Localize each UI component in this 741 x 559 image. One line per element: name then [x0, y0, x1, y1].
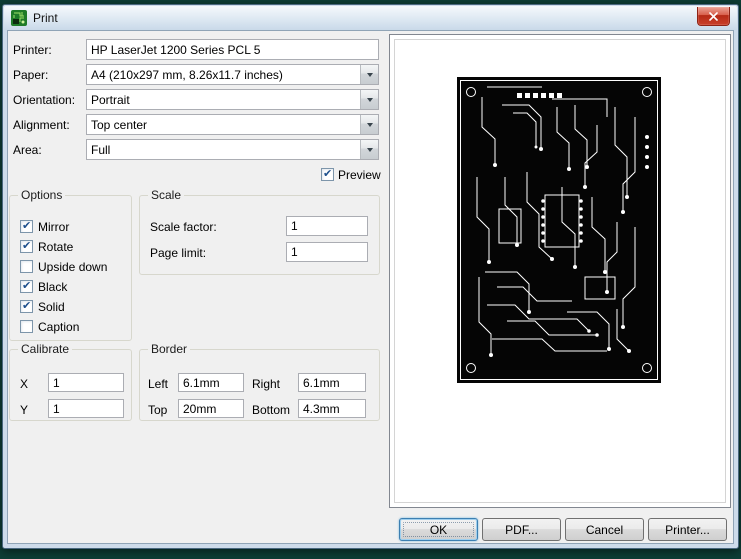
scale-factor-label: Scale factor: — [150, 220, 217, 234]
printer-label: Printer: — [13, 43, 52, 57]
border-left-input[interactable] — [178, 373, 244, 392]
pcb-preview-image — [457, 77, 661, 383]
mirror-label[interactable]: Mirror — [38, 220, 69, 234]
black-label[interactable]: Black — [38, 280, 67, 294]
calibrate-y-input[interactable] — [48, 399, 124, 418]
app-icon — [11, 10, 27, 26]
pdf-button[interactable]: PDF... — [482, 518, 561, 541]
border-right-label: Right — [252, 377, 281, 391]
area-label: Area: — [13, 143, 42, 157]
preview-label[interactable]: Preview — [338, 168, 381, 182]
border-top-label: Top — [148, 403, 168, 417]
scale-factor-input[interactable] — [286, 216, 368, 236]
printer-button[interactable]: Printer... — [648, 518, 727, 541]
border-bottom-label: Bottom — [252, 403, 291, 417]
page-limit-input[interactable] — [286, 242, 368, 262]
border-left-label: Left — [148, 377, 169, 391]
chevron-down-icon — [360, 140, 378, 159]
paper-select[interactable]: A4 (210x297 mm, 8.26x11.7 inches) — [86, 64, 379, 85]
calibrate-x-input[interactable] — [48, 373, 124, 392]
area-select[interactable]: Full — [86, 139, 379, 160]
caption-label[interactable]: Caption — [38, 320, 79, 334]
options-title: Options — [18, 188, 66, 202]
chevron-down-icon — [360, 65, 378, 84]
border-bottom-input[interactable] — [298, 399, 366, 418]
alignment-select[interactable]: Top center — [86, 114, 379, 135]
border-right-input[interactable] — [298, 373, 366, 392]
orientation-value: Portrait — [91, 92, 130, 107]
border-title: Border — [148, 342, 191, 356]
rotate-label[interactable]: Rotate — [38, 240, 73, 254]
scale-title: Scale — [148, 188, 185, 202]
alignment-label: Alignment: — [13, 118, 70, 132]
printer-field[interactable] — [86, 39, 379, 60]
border-groupbox: Border Left Right Top Bottom — [139, 342, 380, 421]
upside-down-label[interactable]: Upside down — [38, 260, 107, 274]
close-button[interactable] — [697, 7, 730, 26]
chevron-down-icon — [360, 90, 378, 109]
solid-label[interactable]: Solid — [38, 300, 65, 314]
titlebar[interactable]: Print — [4, 6, 737, 30]
upside-down-checkbox[interactable] — [20, 260, 33, 273]
solid-checkbox[interactable] — [20, 299, 33, 313]
rotate-checkbox[interactable] — [20, 239, 33, 253]
mirror-checkbox[interactable] — [20, 219, 33, 233]
calibrate-x-label: X — [20, 377, 29, 391]
cancel-button[interactable]: Cancel — [565, 518, 644, 541]
alignment-value: Top center — [91, 117, 148, 132]
ok-button[interactable]: OK — [399, 518, 478, 541]
page-limit-label: Page limit: — [150, 246, 207, 260]
orientation-select[interactable]: Portrait — [86, 89, 379, 110]
calibrate-title: Calibrate — [18, 342, 73, 356]
window-title: Print — [33, 11, 58, 25]
black-checkbox[interactable] — [20, 279, 33, 293]
scale-groupbox: Scale Scale factor: Page limit: — [139, 188, 380, 275]
preview-checkbox[interactable] — [321, 167, 334, 181]
close-icon — [709, 11, 718, 21]
calibrate-groupbox: Calibrate X Y — [9, 342, 132, 421]
area-value: Full — [91, 142, 111, 157]
calibrate-y-label: Y — [20, 403, 29, 417]
paper-label: Paper: — [13, 68, 49, 82]
preview-pane — [389, 34, 731, 508]
print-dialog-window: Print Printer: Paper: A4 (210x297 mm, 8.… — [2, 4, 739, 549]
border-top-input[interactable] — [178, 399, 244, 418]
paper-value: A4 (210x297 mm, 8.26x11.7 inches) — [91, 67, 283, 82]
orientation-label: Orientation: — [13, 93, 76, 107]
caption-checkbox[interactable] — [20, 320, 33, 333]
options-groupbox: Options Mirror Rotate Upside down Black … — [9, 188, 132, 341]
desktop-background: { "window": { "title": "Print" }, "field… — [0, 0, 741, 559]
chevron-down-icon — [360, 115, 378, 134]
